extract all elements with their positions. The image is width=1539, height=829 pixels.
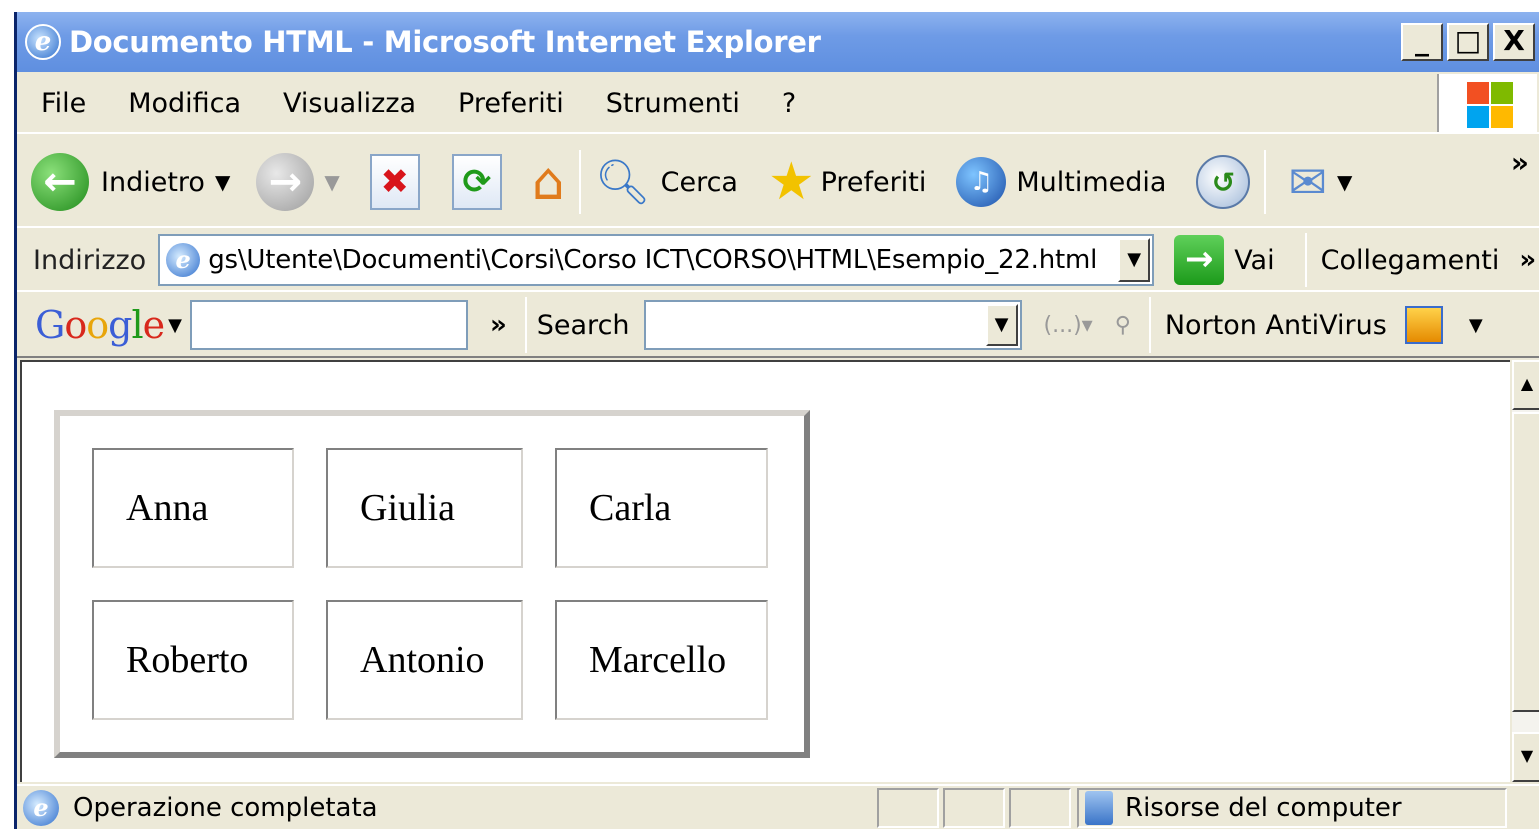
media-globe-icon: ♫ [956,157,1007,207]
favorites-button[interactable]: ★ Preferiti [768,152,926,212]
title-bar[interactable]: e Documento HTML - Microsoft Internet Ex… [17,12,1539,72]
forward-button[interactable]: → ▼ [256,153,340,211]
menu-bar: File Modifica Visualizza Preferiti Strum… [17,74,1539,134]
standard-toolbar: ← Indietro ▼ → ▼ ✖ ⟳ ⌂ 🔍︎ Cerca ★ Prefer… [17,138,1539,228]
go-button[interactable]: Vai [1234,245,1274,276]
bubble-icon[interactable]: (...)▾ [1044,313,1093,338]
menu-modifica[interactable]: Modifica [107,88,262,119]
browser-window: e Documento HTML - Microsoft Internet Ex… [14,12,1539,829]
favorites-label: Preferiti [820,166,927,198]
computer-icon [1085,790,1113,825]
zone-label: Risorse del computer [1125,792,1402,823]
windows-logo-icon [1437,74,1537,132]
links-button[interactable]: Collegamenti [1321,245,1500,276]
status-text: Operazione completata [73,792,378,823]
back-dropdown-icon[interactable]: ▼ [215,170,230,194]
toolbar-separator [578,150,581,214]
mail-dropdown-icon[interactable]: ▼ [1337,170,1352,194]
toolbar-overflow-chevron-icon[interactable]: » [1511,146,1529,179]
menu-help[interactable]: ? [761,88,817,119]
minimize-button[interactable]: _ [1401,23,1443,61]
links-chevron-icon[interactable]: » [1519,245,1536,275]
address-value[interactable]: gs\Utente\Documenti\Corsi\Corso ICT\CORS… [208,245,1108,275]
refresh-icon: ⟳ [451,154,502,210]
norton-icon[interactable] [1404,306,1443,344]
window-title: Documento HTML - Microsoft Internet Expl… [69,25,821,59]
menu-strumenti[interactable]: Strumenti [585,88,761,119]
stop-icon: ✖ [369,154,420,210]
page-content: Anna Giulia Carla Roberto Antonio Marcel… [20,360,1510,782]
mail-button[interactable]: ✉ ▼ [1288,155,1352,209]
magnifier-icon: 🔍︎ [594,157,651,208]
google-search-input[interactable] [189,300,468,350]
toolbar-separator [1264,150,1267,214]
table-cell: Carla [555,448,768,568]
status-pane [1009,787,1071,828]
close-button[interactable]: X [1493,23,1535,61]
refresh-button[interactable]: ⟳ [451,154,502,210]
search-button[interactable]: 🔍︎ Cerca [595,156,738,208]
menu-file[interactable]: File [17,88,107,119]
search-label: Cerca [660,166,738,198]
names-table: Anna Giulia Carla Roberto Antonio Marcel… [54,410,810,758]
find-magnifier-icon[interactable]: ⚲ [1115,313,1131,338]
back-button[interactable]: ← Indietro ▼ [31,153,230,211]
menu-visualizza[interactable]: Visualizza [262,88,437,119]
search-combo-input[interactable]: ▼ [643,300,1022,350]
status-pane [877,787,939,828]
forward-dropdown-icon[interactable]: ▼ [324,170,339,194]
table-cell: Giulia [326,448,523,568]
ie-icon: e [25,24,61,60]
norton-separator [1148,297,1151,353]
home-icon: ⌂ [531,152,565,212]
links-separator [1304,233,1307,287]
table-cell: Marcello [555,600,768,720]
security-zone: Risorse del computer [1077,787,1507,828]
search-toolbar-label: Search [536,309,630,341]
history-button[interactable]: ↺ [1196,155,1251,209]
status-page-icon: e [23,789,59,826]
page-icon: e [166,243,201,277]
google-separator [524,297,527,353]
media-label: Multimedia [1016,166,1167,198]
media-button[interactable]: ♫ Multimedia [956,157,1166,207]
back-arrow-icon: ← [31,153,89,211]
google-chevron-icon[interactable]: » [490,310,507,340]
address-input[interactable]: e gs\Utente\Documenti\Corsi\Corso ICT\CO… [158,234,1155,286]
status-pane [943,787,1005,828]
scroll-up-button[interactable]: ▲ [1512,360,1539,410]
star-icon: ★ [767,152,815,212]
scroll-down-button[interactable]: ▼ [1512,732,1539,782]
address-bar: Indirizzo e gs\Utente\Documenti\Corsi\Co… [17,230,1539,292]
table-cell: Antonio [326,600,523,720]
maximize-button[interactable]: □ [1447,23,1489,61]
window-controls: _ □ X [1401,23,1535,61]
history-clock-icon: ↺ [1196,155,1251,209]
stop-button[interactable]: ✖ [369,154,420,210]
search-dropdown-icon[interactable]: ▼ [985,304,1018,346]
status-bar: e Operazione completata Risorse del comp… [17,784,1539,829]
go-arrow-icon[interactable]: → [1174,235,1225,285]
vertical-scrollbar[interactable]: ▲ ▼ [1512,360,1539,782]
table-cell: Anna [92,448,294,568]
google-toolbar: Google ▼ » Search ▼ (...)▾ ⚲ Norton Anti… [17,294,1539,358]
address-label: Indirizzo [33,244,147,276]
address-dropdown-icon[interactable]: ▼ [1118,238,1151,282]
google-dropdown-icon[interactable]: ▼ [168,315,182,336]
back-label: Indietro [101,166,205,198]
google-logo[interactable]: Google [35,303,165,347]
scroll-thumb[interactable] [1512,412,1539,712]
norton-label[interactable]: Norton AntiVirus [1165,310,1387,341]
mail-envelope-icon: ✉ [1288,155,1327,209]
forward-arrow-icon: → [256,153,315,211]
menu-preferiti[interactable]: Preferiti [437,88,585,119]
norton-dropdown-icon[interactable]: ▼ [1469,315,1483,336]
home-button[interactable]: ⌂ [532,152,565,212]
table-cell: Roberto [92,600,294,720]
